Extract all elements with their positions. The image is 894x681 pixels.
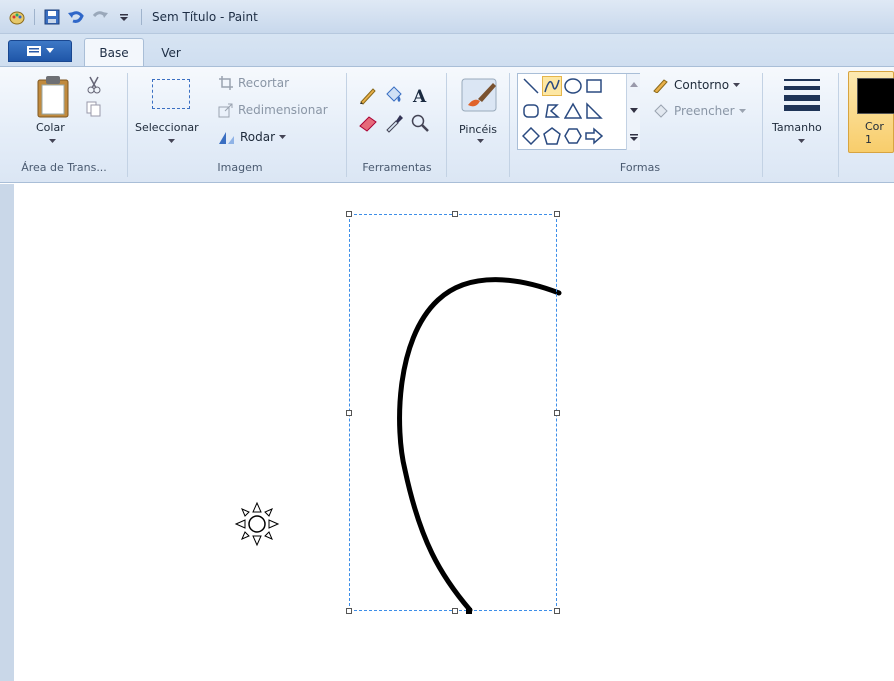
resize-handle[interactable] [346, 608, 352, 614]
resize-handle[interactable] [452, 211, 458, 217]
curve-endpoint-handle[interactable] [466, 608, 472, 614]
shape-selection-box[interactable] [349, 214, 557, 611]
move-cursor-icon [234, 501, 280, 547]
resize-handle[interactable] [554, 410, 560, 416]
resize-handle[interactable] [346, 410, 352, 416]
resize-handle[interactable] [452, 608, 458, 614]
resize-handle[interactable] [554, 608, 560, 614]
resize-handle[interactable] [554, 211, 560, 217]
resize-handle[interactable] [346, 211, 352, 217]
